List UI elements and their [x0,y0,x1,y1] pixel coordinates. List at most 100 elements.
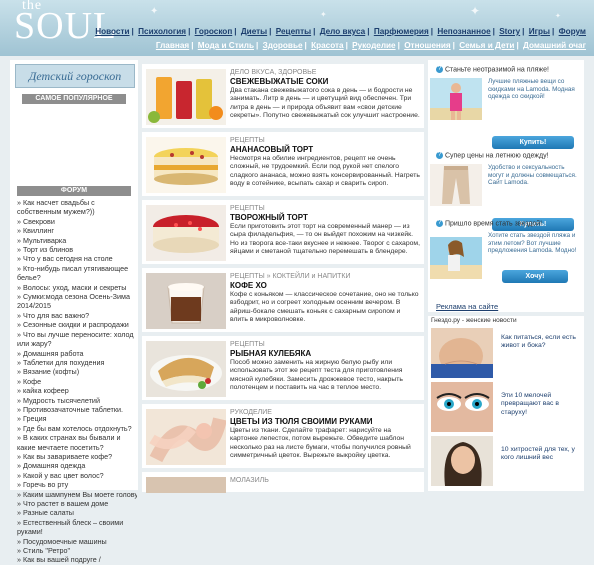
ad-question[interactable]: Станьте неотразимой на пляже! [445,66,549,73]
summer-pants-image[interactable] [430,164,482,206]
nav-link-psychology[interactable]: Психология [138,27,186,36]
beach-star-image[interactable] [430,232,482,284]
nav-link-fashion[interactable]: Мода и Стиль [198,41,254,50]
article-card[interactable]: РЕЦЕПТЫ РЫБНАЯ КУЛЕБЯКА Пособ можно заме… [142,336,424,400]
article-card[interactable]: ДЕЛО ВКУСА, ЗДОРОВЬЕ СВЕЖЕВЫЖАТЫЕ СОКИ Д… [142,64,424,128]
nav-link-games[interactable]: Игры [529,27,550,36]
nav-link-forum[interactable]: Форум [559,27,586,36]
forum-link[interactable]: » кайка кофеер [17,386,137,395]
forum-link[interactable]: » Волосы: уход, маски и секреты [17,283,137,292]
forum-link[interactable]: » Сезонные скидки и распродажи [17,320,137,329]
forum-link[interactable]: » Горечь во рту [17,480,137,489]
forum-link[interactable]: » В каких странах вы бывали и какие мечт… [17,433,137,452]
forum-link[interactable]: » Каким шампунем Вы моете голову? [17,490,137,499]
forum-link[interactable]: » Как насчет свадьбы с собственным мужем… [17,198,137,217]
cheesecake-thumbnail[interactable] [146,205,226,261]
nav-link-handmade[interactable]: Рукоделие [352,41,395,50]
article-category[interactable]: МОЛАЗИЛЬ [230,477,269,484]
forum-link[interactable]: » Квиллинг [17,226,137,235]
forum-link[interactable]: » Что растет в вашем доме [17,499,137,508]
nav-link-story[interactable]: Story [499,27,520,36]
article-card[interactable]: РЕЦЕПТЫ ТВОРОЖНЫЙ ТОРТ Если приготовить … [142,200,424,264]
forum-link[interactable]: » Стиль "Ретро" [17,546,137,555]
nav-link-home[interactable]: Главная [156,41,189,50]
forum-link[interactable]: » Кофе [17,377,137,386]
article-card[interactable]: МОЛАЗИЛЬ [142,472,424,493]
woman-portrait-image[interactable] [431,436,493,486]
nav-link-horoscope[interactable]: Гороскоп [195,27,233,36]
article-title[interactable]: ЦВЕТЫ ИЗ ТЮЛЯ СВОИМИ РУКАМИ [230,417,373,426]
article-title[interactable]: АНАНАСОВЫЙ ТОРТ [230,145,313,154]
nav-link-diets[interactable]: Диеты [241,27,267,36]
forum-link[interactable]: » Что у вас сегодня на столе [17,254,137,263]
ad-block[interactable]: ? Пришло время стать звездой! Хотите ста… [430,220,582,298]
news-title[interactable]: Эти 10 мелочей превращают вас в старуху! [501,392,581,417]
forum-link[interactable]: » Что для вас важно? [17,311,137,320]
article-category[interactable]: РЕЦЕПТЫ [230,137,265,144]
article-title[interactable]: ТВОРОЖНЫЙ ТОРТ [230,213,308,222]
ad-question[interactable]: Пришло время стать звездой! [445,220,542,227]
forum-link[interactable]: » Мудрость тысячелетий [17,396,137,405]
forum-link[interactable]: » Где бы вам хотелось отдохнуть? [17,424,137,433]
ad-text[interactable]: Удобство и сексуальность могут и должны … [488,164,580,187]
forum-link[interactable]: » Что вы лучше переносите: холод или жар… [17,330,137,349]
news-title[interactable]: Как питаться, если есть живот и бока? [501,334,581,351]
forum-link[interactable]: » Торт из блинов [17,245,137,254]
forum-link[interactable]: » Какой у вас цвет волос? [17,471,137,480]
nav-link-relations[interactable]: Отношения [404,41,450,50]
forum-link[interactable]: » Вязание (кофты) [17,367,137,376]
advertising-link[interactable]: Реклама на сайте [436,302,498,311]
nav-link-taste[interactable]: Дело вкуса [320,27,366,36]
forum-link[interactable]: » Кто-нибудь писал утягивающее белье? [17,264,137,283]
nav-link-family[interactable]: Семья и Дети [459,41,514,50]
pineapple-cake-thumbnail[interactable] [146,137,226,193]
want-button[interactable]: Хочу! [502,270,568,283]
nav-link-health[interactable]: Здоровье [263,41,303,50]
forum-link[interactable]: » Противозачаточные таблетки. [17,405,137,414]
forum-link[interactable]: » Разные салаты [17,508,137,517]
article-category[interactable]: РЕЦЕПТЫ [230,205,265,212]
nav-link-home-hearth[interactable]: Домашний очаг [523,41,586,50]
belly-image[interactable] [431,328,493,378]
article-category[interactable]: ДЕЛО ВКУСА, ЗДОРОВЬЕ [230,69,316,76]
eye-makeup-image[interactable] [431,382,493,432]
ad-block[interactable]: ? Станьте неотразимой на пляже! Лучшие п… [430,66,582,149]
article-category[interactable]: РЕЦЕПТЫ [230,341,265,348]
site-logo[interactable]: SOUL [14,6,117,46]
forum-link[interactable]: » Свекрови [17,217,137,226]
ad-text[interactable]: Лучшие пляжные вещи со скидками на Lamod… [488,78,580,101]
forum-link[interactable]: » Естественный блеск – своими руками! [17,518,137,537]
coffee-thumbnail[interactable] [146,273,226,329]
forum-link[interactable]: » Как вы вашей подруге / [17,555,137,564]
article-title[interactable]: КОФЕ ХО [230,281,267,290]
article-thumbnail[interactable] [146,477,226,493]
nav-link-beauty[interactable]: Красота [311,41,343,50]
beach-model-image[interactable] [430,78,482,120]
nav-link-news[interactable]: Новости [95,27,129,36]
forum-link[interactable]: » Таблетки для похудения [17,358,137,367]
forum-link[interactable]: » Посудомоечные машины [17,537,137,546]
tulle-flowers-thumbnail[interactable] [146,409,226,465]
fish-pie-thumbnail[interactable] [146,341,226,397]
forum-link[interactable]: » Греция [17,414,137,423]
forum-link[interactable]: » Домашняя работа [17,349,137,358]
forum-link[interactable]: » Мультиварка [17,236,137,245]
article-title[interactable]: РЫБНАЯ КУЛЕБЯКА [230,349,311,358]
buy-button[interactable]: Купить! [492,136,574,149]
ad-text[interactable]: Хотите стать звездой пляжа и этим летом?… [488,232,580,255]
article-card[interactable]: РЕЦЕПТЫ АНАНАСОВЫЙ ТОРТ Несмотря на обил… [142,132,424,196]
nav-link-perfume[interactable]: Парфюмерия [374,27,429,36]
article-category[interactable]: РУКОДЕЛИЕ [230,409,272,416]
kids-horoscope-banner[interactable]: Детский гороскоп [15,64,135,88]
news-title[interactable]: 10 хитростей для тех, у кого лишний вес [501,446,581,463]
article-title[interactable]: СВЕЖЕВЫЖАТЫЕ СОКИ [230,77,328,86]
forum-link[interactable]: » Как вы завариваете кофе? [17,452,137,461]
article-category[interactable]: РЕЦЕПТЫ » КОКТЕЙЛИ и НАПИТКИ [230,273,351,280]
nav-link-recipes[interactable]: Рецепты [276,27,311,36]
article-card[interactable]: РЕЦЕПТЫ » КОКТЕЙЛИ и НАПИТКИ КОФЕ ХО Коф… [142,268,424,332]
forum-link[interactable]: » Домашняя одежда [17,461,137,470]
nav-link-unknown[interactable]: Непознанное [437,27,490,36]
ad-block[interactable]: ? Супер цены на летнюю одежду! Удобство … [430,152,582,231]
article-card[interactable]: РУКОДЕЛИЕ ЦВЕТЫ ИЗ ТЮЛЯ СВОИМИ РУКАМИ Цв… [142,404,424,468]
forum-link[interactable]: » Сумки:мода сезона Осень-Зима 2014/2015 [17,292,137,311]
